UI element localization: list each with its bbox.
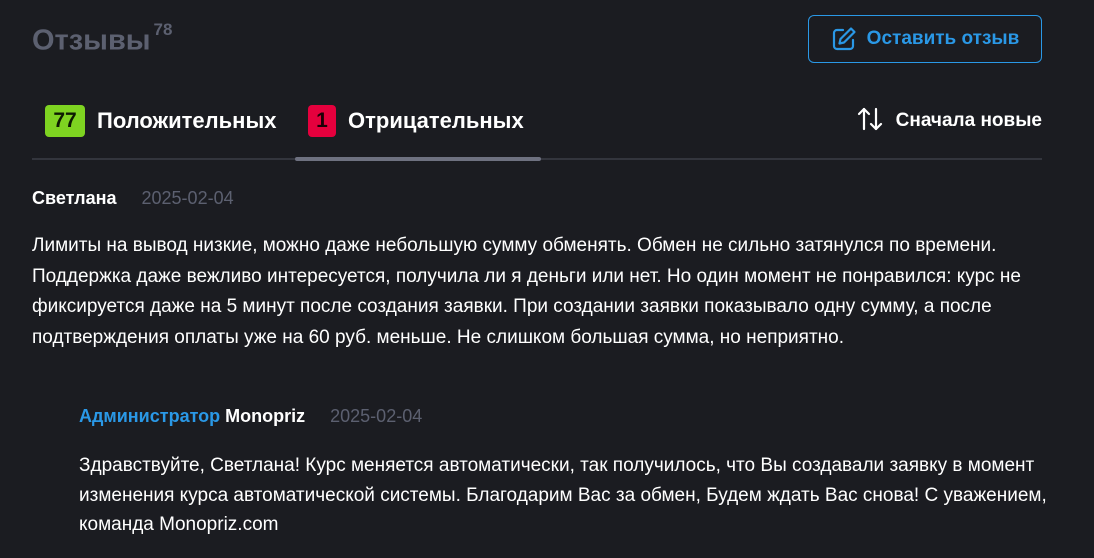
review-meta: Светлана 2025-02-04	[32, 188, 1042, 214]
reply-role: Администратор	[79, 406, 221, 426]
tab-negative-label: Отрицательных	[348, 108, 524, 133]
title-text: Отзывы	[32, 24, 151, 57]
active-tab-indicator	[295, 157, 541, 161]
sort-toggle[interactable]: Сначала новые	[856, 104, 1042, 138]
tab-negative[interactable]: 1 Отрицательных	[308, 104, 524, 138]
reply-date: 2025-02-04	[330, 406, 423, 426]
review-date: 2025-02-04	[141, 188, 234, 208]
review-item: Светлана 2025-02-04 Лимиты на вывод низк…	[32, 188, 1042, 348]
reviews-header: Отзывы 78 Оставить отзыв	[32, 15, 1042, 66]
leave-review-button[interactable]: Оставить отзыв	[808, 15, 1042, 63]
positive-count-badge: 77	[45, 105, 85, 137]
tab-positive[interactable]: 77 Положительных	[45, 104, 276, 138]
reply-text: Здравствуйте, Светлана! Курс меняется ав…	[79, 455, 1047, 535]
review-text: Лимиты на вывод низкие, можно даже небол…	[32, 235, 1021, 348]
review-author: Светлана	[32, 188, 117, 208]
reviews-count: 78	[153, 20, 173, 39]
leave-review-label: Оставить отзыв	[866, 28, 1020, 49]
reply-author: Monopriz	[225, 406, 306, 426]
reply-meta: Администратор Monopriz 2025-02-04	[79, 406, 1059, 432]
sort-label: Сначала новые	[895, 110, 1042, 131]
edit-icon	[831, 26, 857, 52]
admin-reply: Администратор Monopriz 2025-02-04 Здравс…	[79, 406, 1059, 535]
sort-arrows-icon	[856, 106, 884, 137]
page-title: Отзывы 78	[32, 20, 172, 58]
review-tabs: 77 Положительных 1 Отрицательных Сначала…	[32, 104, 1042, 161]
negative-count-badge: 1	[308, 105, 336, 137]
tab-positive-label: Положительных	[97, 108, 277, 133]
